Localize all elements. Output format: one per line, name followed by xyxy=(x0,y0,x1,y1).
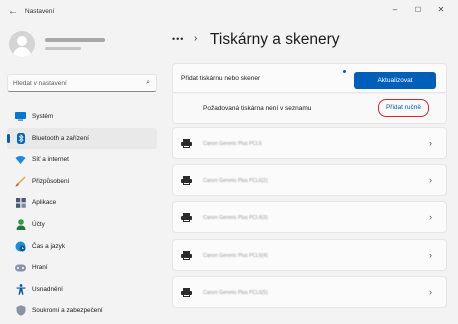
printer-name: Canon Generic Plus PCL6 xyxy=(203,141,262,147)
sidebar-item-time-language[interactable]: Čas a jazyk xyxy=(7,236,157,257)
sidebar-item-system[interactable]: Systém xyxy=(7,106,157,127)
sidebar-item-label: Usnadnění xyxy=(32,285,63,293)
printer-row[interactable]: Canon Generic Plus PCL6(4) › xyxy=(172,239,447,271)
progress-dot-icon xyxy=(343,70,346,73)
printer-name: Canon Generic Plus PCL6(2) xyxy=(203,178,268,184)
sidebar-item-label: Síť a internet xyxy=(32,156,69,164)
printer-icon xyxy=(181,139,192,148)
sidebar-item-personalization[interactable]: Přizpůsobení xyxy=(7,171,157,192)
sidebar-item-label: Přizpůsobení xyxy=(32,177,70,185)
chevron-up-icon[interactable]: ⌃ xyxy=(429,73,436,82)
monitor-icon xyxy=(15,111,26,122)
sidebar-item-label: Aplikace xyxy=(32,199,57,207)
printer-name: Canon Generic Plus PCL6(4) xyxy=(203,253,268,259)
brush-icon xyxy=(15,176,26,187)
shield-icon xyxy=(15,305,26,317)
printer-not-listed-label: Požadovaná tiskárna není v seznamu xyxy=(203,105,312,112)
active-indicator xyxy=(7,133,10,143)
search-icon[interactable]: ⌕ xyxy=(146,79,150,87)
chevron-right-icon: › xyxy=(429,250,432,260)
globe-clock-icon xyxy=(15,241,26,252)
minimize-icon[interactable]: – xyxy=(388,5,402,14)
sidebar-item-label: Soukromí a zabezpečení xyxy=(32,307,103,315)
account-email-redacted xyxy=(45,47,81,50)
chevron-right-icon: › xyxy=(429,175,432,185)
close-icon[interactable]: ✕ xyxy=(434,5,448,14)
printer-name: Canon Generic Plus PCL6(3) xyxy=(203,215,268,221)
printer-icon xyxy=(181,213,192,222)
accessibility-icon xyxy=(15,283,26,295)
avatar-body xyxy=(13,47,31,57)
sidebar-item-gaming[interactable]: Hraní xyxy=(7,257,157,278)
add-manually-link[interactable]: Přidat ručně xyxy=(378,99,429,117)
printer-row[interactable]: Canon Generic Plus PCL6 › xyxy=(172,127,447,159)
chevron-right-icon: › xyxy=(429,287,432,297)
refresh-button[interactable]: Aktualizovat xyxy=(354,72,436,89)
add-printer-card[interactable]: Přidat tiskárnu nebo skener Aktualizovat… xyxy=(172,63,447,93)
breadcrumb-chevron-icon: › xyxy=(194,33,198,44)
printer-row[interactable]: Canon Generic Plus PCL6(5) › xyxy=(172,276,447,308)
breadcrumb-more-button[interactable]: ••• xyxy=(172,34,184,44)
avatar-head xyxy=(17,36,27,46)
account-name-redacted xyxy=(45,38,105,42)
page-title: Tiskárny a skenery xyxy=(210,31,340,48)
search-input[interactable]: Hledat v nastavení ⌕ xyxy=(7,74,157,92)
sidebar-item-label: Účty xyxy=(32,220,45,228)
sidebar-item-label: Hraní xyxy=(32,264,48,272)
printer-name: Canon Generic Plus PCL6(5) xyxy=(203,290,268,296)
avatar[interactable] xyxy=(9,31,35,57)
printer-icon xyxy=(181,251,192,260)
bluetooth-icon xyxy=(15,132,26,144)
back-arrow-icon[interactable]: ← xyxy=(8,6,18,17)
printer-row[interactable]: Canon Generic Plus PCL6(3) › xyxy=(172,201,447,233)
add-printer-label: Přidat tiskárnu nebo skener xyxy=(181,75,261,82)
app-title: Nastavení xyxy=(25,8,55,15)
apps-icon xyxy=(15,197,26,208)
sidebar-item-label: Systém xyxy=(32,113,54,120)
sidebar-item-privacy[interactable]: Soukromí a zabezpečení xyxy=(7,300,157,321)
chevron-right-icon: › xyxy=(429,212,432,222)
chevron-right-icon: › xyxy=(429,138,432,148)
maximize-icon[interactable]: ☐ xyxy=(411,6,425,14)
person-icon xyxy=(15,219,26,230)
sidebar-item-network[interactable]: Síť a internet xyxy=(7,149,157,170)
sidebar-item-label: Bluetooth a zařízení xyxy=(32,134,89,142)
printer-icon xyxy=(181,288,192,297)
sidebar-item-apps[interactable]: Aplikace xyxy=(7,192,157,213)
sidebar-item-accessibility[interactable]: Usnadnění xyxy=(7,279,157,300)
gamepad-icon xyxy=(15,262,26,273)
sidebar-item-label: Čas a jazyk xyxy=(32,242,66,250)
sidebar-item-accounts[interactable]: Účty xyxy=(7,214,157,235)
sidebar-item-bluetooth[interactable]: Bluetooth a zařízení xyxy=(7,127,157,149)
printer-icon xyxy=(181,176,192,185)
network-icon xyxy=(15,154,26,165)
printer-not-listed-row: Požadovaná tiskárna není v seznamu Přida… xyxy=(172,94,447,124)
search-placeholder: Hledat v nastavení xyxy=(13,80,67,87)
printer-row[interactable]: Canon Generic Plus PCL6(2) › xyxy=(172,164,447,196)
sidebar-nav: Systém Bluetooth a zařízení Síť a intern… xyxy=(7,106,157,322)
title-bar: ← Nastavení – ☐ ✕ xyxy=(0,0,458,26)
